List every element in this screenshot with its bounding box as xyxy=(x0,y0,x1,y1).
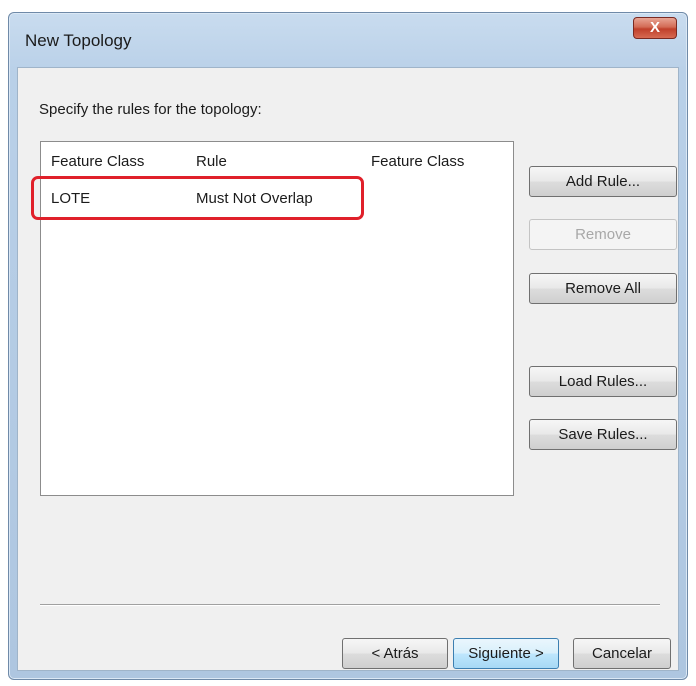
rules-list[interactable]: Feature Class Rule Feature Class LOTE Mu… xyxy=(31,141,514,496)
remove-button[interactable]: Remove xyxy=(529,219,677,250)
cancel-button[interactable]: Cancelar xyxy=(573,638,671,669)
instruction-label: Specify the rules for the topology: xyxy=(39,101,262,118)
remove-all-button[interactable]: Remove All xyxy=(529,273,677,304)
save-rules-button[interactable]: Save Rules... xyxy=(529,419,677,450)
add-rule-button[interactable]: Add Rule... xyxy=(529,166,677,197)
back-button[interactable]: < Atrás xyxy=(342,638,448,669)
column-header-feature-class-2[interactable]: Feature Class xyxy=(371,153,464,170)
column-header-rule[interactable]: Rule xyxy=(196,153,227,170)
dialog-title: New Topology xyxy=(25,31,132,50)
next-button[interactable]: Siguiente > xyxy=(453,638,559,669)
dialog-body: Specify the rules for the topology: Feat… xyxy=(17,67,679,671)
load-rules-button[interactable]: Load Rules... xyxy=(529,366,677,397)
close-button[interactable]: X xyxy=(633,17,677,39)
close-icon: X xyxy=(649,19,660,36)
footer-separator xyxy=(40,604,660,606)
new-topology-dialog: New Topology X Specify the rules for the… xyxy=(8,12,688,680)
highlight-box xyxy=(31,176,364,220)
column-header-feature-class[interactable]: Feature Class xyxy=(51,153,144,170)
